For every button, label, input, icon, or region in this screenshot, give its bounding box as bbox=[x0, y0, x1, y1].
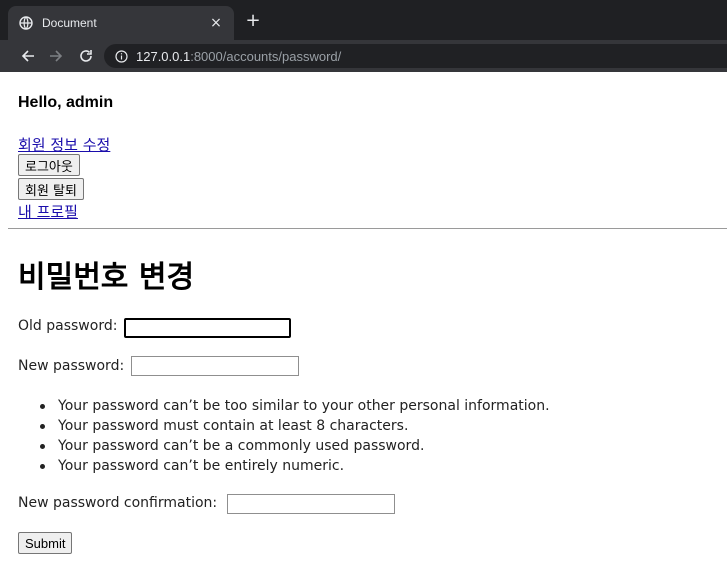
url-path: :8000/accounts/password/ bbox=[190, 48, 342, 64]
my-profile-link[interactable]: 내 프로필 bbox=[18, 201, 78, 222]
confirm-password-label: New password confirmation: bbox=[18, 495, 218, 511]
list-item: Your password can’t be a commonly used p… bbox=[40, 436, 550, 456]
old-password-label: Old password: bbox=[18, 318, 118, 334]
browser-tab[interactable]: Document × bbox=[8, 6, 234, 40]
url-host: 127.0.0.1 bbox=[136, 48, 191, 64]
list-item: Your password can’t be entirely numeric. bbox=[40, 456, 550, 476]
logout-button[interactable]: 로그아웃 bbox=[18, 154, 80, 176]
edit-profile-link[interactable]: 회원 정보 수정 bbox=[18, 134, 110, 155]
info-icon[interactable] bbox=[114, 49, 128, 63]
forward-arrow-icon[interactable] bbox=[46, 46, 66, 66]
plus-icon[interactable]: + bbox=[244, 12, 262, 30]
tab-title: Document bbox=[42, 16, 97, 30]
confirm-password-field[interactable] bbox=[227, 494, 395, 514]
close-icon[interactable]: × bbox=[208, 15, 224, 31]
reload-icon[interactable] bbox=[76, 46, 96, 66]
password-help-list: Your password can’t be too similar to yo… bbox=[40, 396, 550, 476]
delete-account-button[interactable]: 회원 탈퇴 bbox=[18, 178, 84, 200]
greeting-heading: Hello, admin bbox=[18, 94, 114, 111]
page-content: Hello, admin 회원 정보 수정 로그아웃 회원 탈퇴 내 프로필 비… bbox=[0, 72, 727, 576]
new-password-label: New password: bbox=[18, 358, 125, 374]
divider bbox=[8, 228, 727, 229]
address-bar[interactable]: 127.0.0.1:8000/accounts/password/ bbox=[104, 44, 727, 68]
old-password-field[interactable] bbox=[124, 318, 291, 338]
new-password-field[interactable] bbox=[131, 356, 299, 376]
browser-tab-strip: Document × + bbox=[0, 0, 727, 40]
back-arrow-icon[interactable] bbox=[18, 46, 38, 66]
page-title: 비밀번호 변경 bbox=[18, 260, 195, 295]
submit-button[interactable]: Submit bbox=[18, 532, 73, 554]
list-item: Your password must contain at least 8 ch… bbox=[40, 416, 550, 436]
globe-icon bbox=[18, 15, 34, 31]
list-item: Your password can’t be too similar to yo… bbox=[40, 396, 550, 416]
